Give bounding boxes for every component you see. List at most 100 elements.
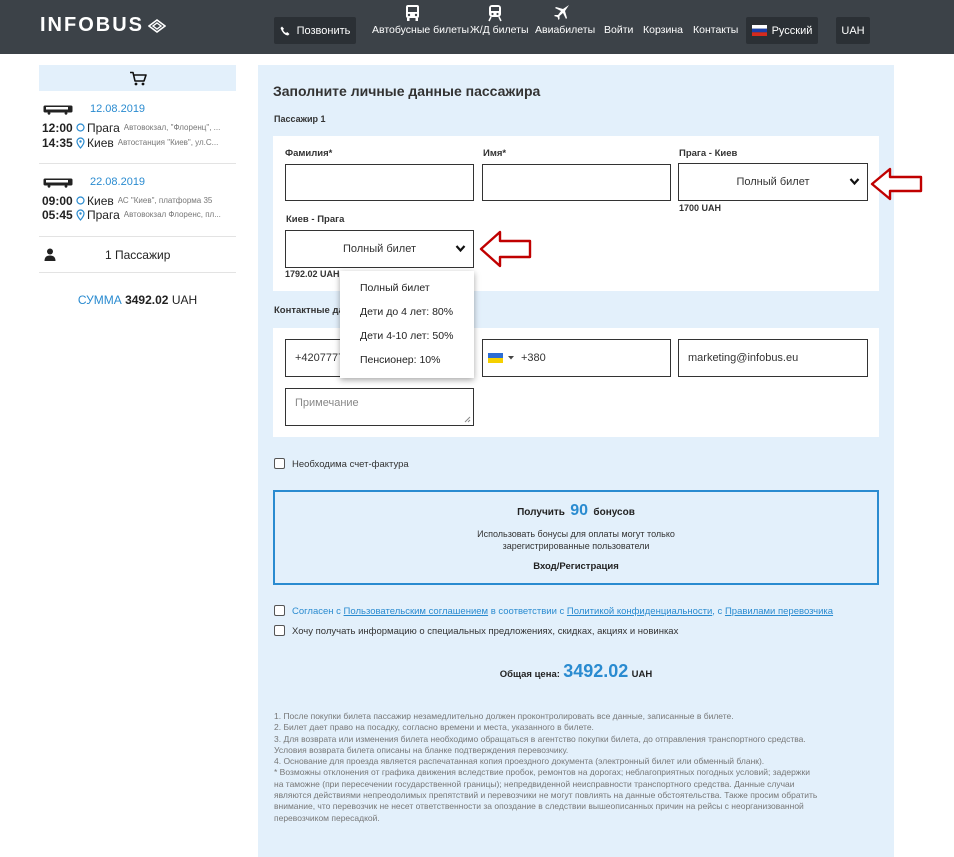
route1-label: Прага - Киев	[679, 148, 738, 159]
route2-ticket-value: Полный билет	[342, 243, 417, 255]
sum-label: СУММА	[77, 293, 122, 307]
call-button[interactable]: Позвонить	[274, 17, 356, 44]
trip-departure: 09:00 Киев АС "Киев", платформа 35	[42, 193, 234, 208]
note-line: 1. После покупки билета пассажир незамед…	[274, 711, 734, 721]
surname-input[interactable]	[285, 164, 474, 201]
newsletter-label: Хочу получать информацию о специальных п…	[292, 626, 679, 637]
departure-time: 12:00	[42, 120, 73, 135]
logo-diamond-icon	[148, 18, 166, 33]
bus-side-icon	[43, 105, 73, 115]
language-label: Русский	[771, 24, 813, 37]
trip-date: 22.08.2019	[90, 176, 146, 188]
resize-handle-icon[interactable]	[464, 416, 471, 423]
user-agreement-link[interactable]: Пользовательским соглашением	[344, 606, 489, 617]
language-selector[interactable]: Русский	[746, 17, 818, 44]
terms-notes: 1. После покупки билета пассажир незамед…	[274, 711, 884, 824]
note-textarea[interactable]: Примечание	[285, 388, 474, 426]
terms-text-part: , с	[712, 606, 725, 617]
cart-icon	[129, 71, 147, 85]
note-placeholder: Примечание	[295, 397, 359, 409]
bonus-headline: Получить 90 бонусов	[275, 502, 877, 520]
arrival-time: 05:45	[42, 207, 73, 222]
route2-ticket-select[interactable]: Полный билет	[285, 230, 474, 268]
destination-pin-icon	[73, 136, 87, 149]
trip-arrival: 05:45 Прага Автовокзал Флоренс, пл...	[42, 207, 234, 222]
nav-bus-label: Автобусные билеты	[372, 24, 470, 36]
trip-date: 12.08.2019	[90, 103, 146, 115]
passenger-title: Пассажир 1	[274, 114, 326, 124]
bonus-login-link[interactable]: Вход/Регистрация	[275, 561, 877, 572]
bonus-get: Получить	[517, 507, 565, 518]
note-line: внимание, что перевозчик не несет ответс…	[274, 801, 804, 812]
dropdown-option-child-4-10[interactable]: Дети 4-10 лет: 50%	[360, 330, 453, 342]
invoice-checkbox[interactable]	[274, 458, 285, 469]
trip-arrival: 14:35 Киев Автостанция "Киев", ул.С...	[42, 135, 234, 150]
invoice-label: Необходима счет-фактура	[292, 459, 409, 470]
nav-train-label: Ж/Д билеты	[470, 24, 529, 36]
route1-ticket-value: Полный билет	[736, 176, 810, 188]
note-line: на таможне (при пересечении государствен…	[274, 778, 795, 789]
total-currency: UAH	[631, 669, 653, 680]
trip-1: 12.08.2019 12:00 Прага Автовокзал, "Флор…	[39, 103, 236, 155]
terms-checkbox[interactable]	[274, 605, 285, 616]
note-line: Условия возврата билета описаны на бланк…	[274, 744, 569, 755]
arrival-address: Автостанция "Киев", ул.С...	[117, 138, 219, 147]
sum-currency: UAH	[171, 293, 198, 307]
email-value: marketing@infobus.eu	[688, 352, 799, 364]
route1-price: 1700 UAH	[679, 203, 722, 213]
annotation-arrow-icon	[479, 230, 532, 268]
divider	[39, 163, 236, 164]
currency-selector[interactable]: UAH	[836, 17, 870, 44]
bus-icon	[406, 5, 419, 21]
trip-2: 22.08.2019 09:00 Киев АС "Киев", платфор…	[39, 176, 236, 228]
total-price: Общая цена: 3492.02 UAH	[273, 661, 879, 682]
departure-address: Автовокзал, "Флоренц", ...	[123, 123, 221, 132]
ukraine-flag-icon	[488, 353, 503, 363]
name-input[interactable]	[482, 164, 671, 201]
chevron-down-icon	[455, 245, 466, 253]
phone-value: +4207777	[295, 352, 345, 364]
passenger-count-label: 1 Пассажир	[105, 248, 171, 262]
dropdown-option-full[interactable]: Полный билет	[360, 282, 430, 294]
top-header: INFOBUS Позвонить Автобусные билеты Ж/Д …	[0, 0, 954, 54]
logo[interactable]: INFOBUS	[40, 14, 166, 37]
nav-air-label: Авиабилеты	[535, 24, 596, 36]
bonus-line2: зарегистрированные пользователи	[502, 541, 650, 551]
bonus-unit: бонусов	[593, 507, 635, 518]
privacy-policy-link[interactable]: Политикой конфиденциальности	[567, 606, 712, 617]
newsletter-checkbox[interactable]	[274, 625, 285, 636]
bus-side-icon	[43, 178, 73, 188]
terms-text-part: в соответствии с	[488, 606, 567, 617]
note-line: * Возможны отклонения от графика движени…	[274, 767, 810, 778]
russia-flag-icon	[751, 25, 767, 36]
train-icon	[488, 5, 502, 22]
cart-summary-header	[39, 65, 236, 91]
nav-contacts[interactable]: Контакты	[693, 24, 738, 36]
phone-icon	[280, 26, 290, 35]
origin-marker-icon	[73, 195, 87, 206]
caret-down-icon[interactable]	[507, 355, 515, 361]
trip-departure: 12:00 Прага Автовокзал, "Флоренц", ...	[42, 120, 234, 135]
carrier-rules-link[interactable]: Правилами перевозчика	[725, 606, 833, 617]
total-label: Общая цена:	[499, 669, 560, 680]
origin-marker-icon	[73, 122, 87, 133]
nav-cart[interactable]: Корзина	[643, 24, 683, 36]
dropdown-option-pensioner[interactable]: Пенсионер: 10%	[360, 354, 440, 366]
total-value: 3492.02	[563, 661, 629, 681]
surname-label: Фамилия*	[285, 148, 333, 159]
dropdown-option-child-under-4[interactable]: Дети до 4 лет: 80%	[360, 306, 453, 318]
note-line: 2. Билет дает право на посадку, согласно…	[274, 722, 594, 733]
nav-login[interactable]: Войти	[604, 24, 633, 36]
mobile-phone-input[interactable]: +380	[482, 339, 671, 377]
route2-price: 1792.02 UAH	[285, 269, 340, 279]
route1-ticket-select[interactable]: Полный билет	[678, 163, 868, 201]
name-label: Имя*	[483, 148, 507, 159]
sidebar-sum: СУММА 3492.02 UAH	[39, 293, 236, 307]
departure-city: Киев	[87, 193, 114, 208]
departure-address: АС "Киев", платформа 35	[117, 196, 213, 205]
passenger-count: 1 Пассажир	[39, 244, 236, 264]
logo-text: INFOBUS	[40, 14, 144, 36]
terms-text: Согласен с Пользовательским соглашением …	[292, 606, 833, 617]
note-line: 3. Для возврата или изменения билета нео…	[274, 733, 806, 744]
email-input[interactable]: marketing@infobus.eu	[678, 339, 868, 377]
